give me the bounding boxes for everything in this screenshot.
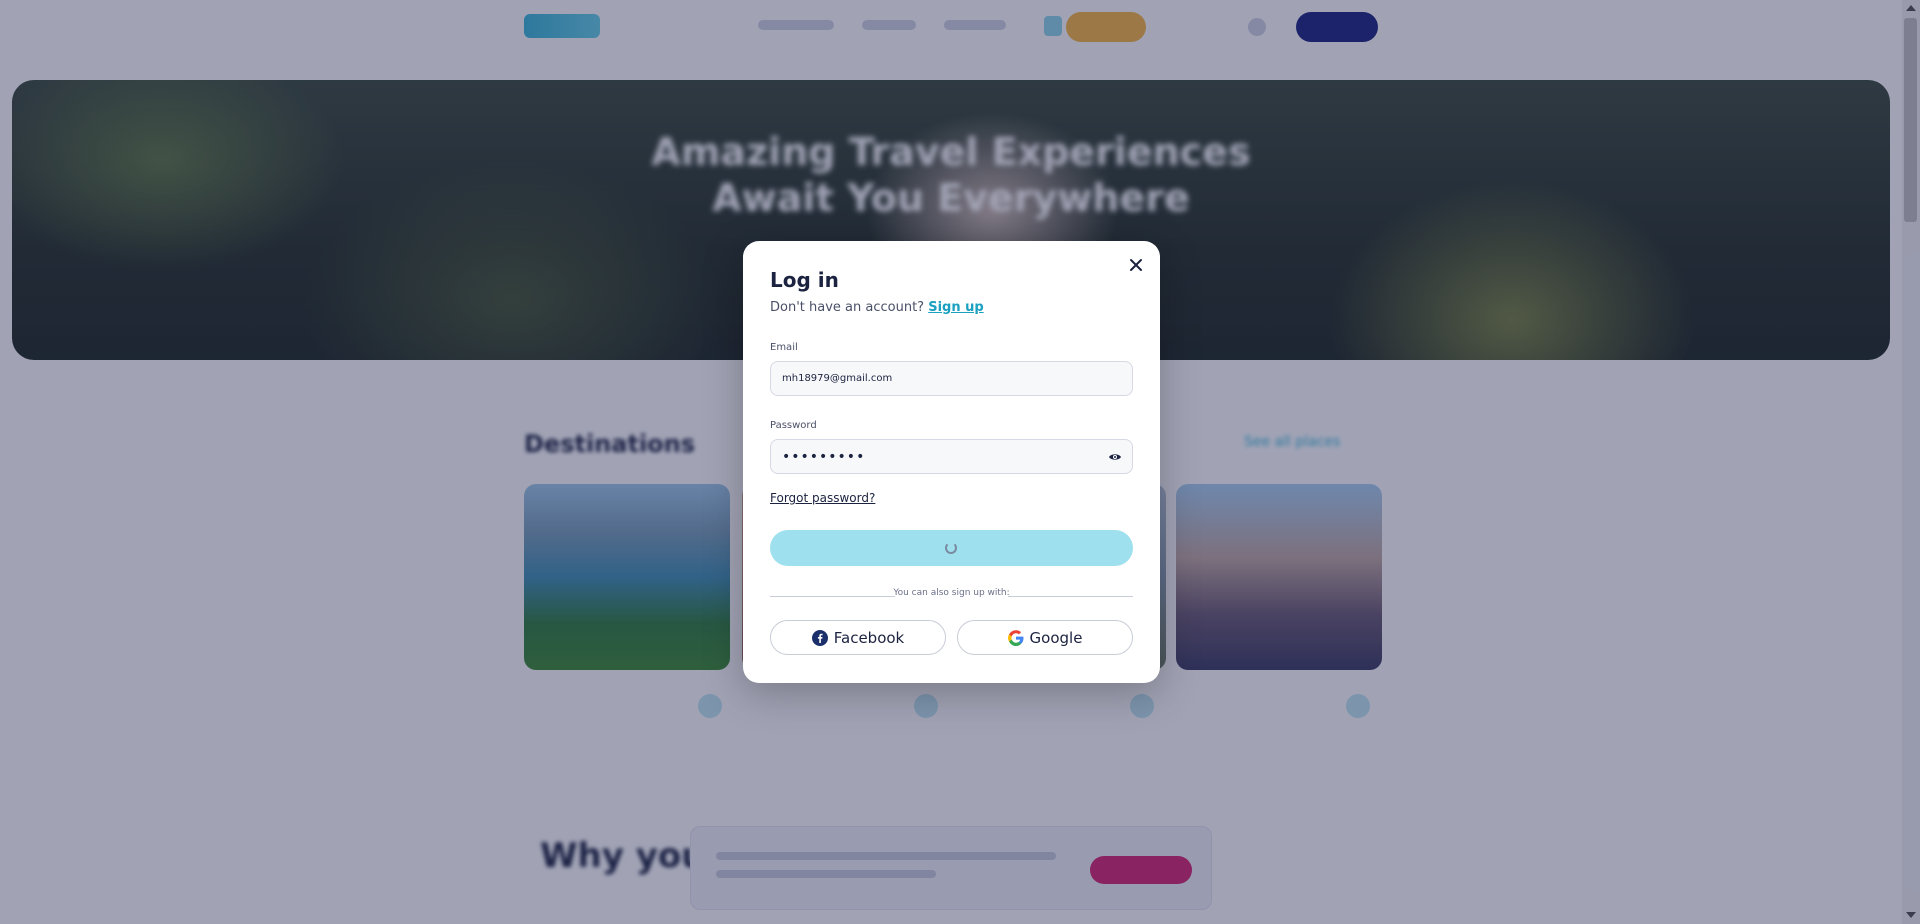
password-field[interactable]	[782, 440, 1102, 473]
login-title: Log in	[770, 268, 839, 292]
forgot-password-link[interactable]: Forgot password?	[770, 491, 875, 505]
eye-icon[interactable]	[1108, 450, 1122, 464]
email-label: Email	[770, 342, 798, 353]
google-login-button[interactable]: Google	[957, 620, 1133, 655]
signup-link[interactable]: Sign up	[928, 300, 983, 315]
password-label: Password	[770, 420, 817, 431]
facebook-label: Facebook	[833, 628, 905, 647]
google-label: Google	[1029, 628, 1083, 647]
divider-line	[1008, 596, 1133, 597]
no-account-text: Don't have an account?	[770, 300, 925, 315]
close-icon	[1126, 255, 1146, 275]
facebook-icon	[811, 629, 828, 646]
google-icon	[1007, 629, 1024, 646]
login-modal: Log in Don't have an account? Sign up Em…	[743, 241, 1160, 683]
email-field[interactable]	[782, 362, 1102, 395]
login-submit-button[interactable]	[770, 530, 1133, 566]
email-field-wrapper	[770, 361, 1133, 396]
facebook-login-button[interactable]: Facebook	[770, 620, 946, 655]
spinner-icon	[945, 542, 957, 554]
close-button[interactable]	[1126, 255, 1146, 275]
signup-prompt: Don't have an account? Sign up	[770, 300, 984, 315]
password-field-wrapper	[770, 439, 1133, 474]
